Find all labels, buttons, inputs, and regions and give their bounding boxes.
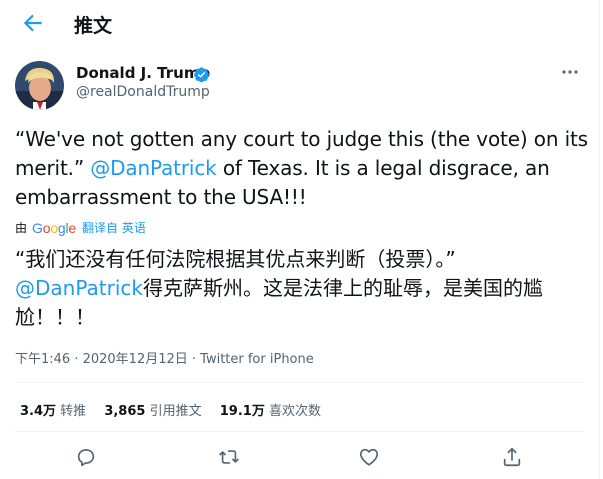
divider: [15, 382, 584, 383]
translated-text-part1: “我们还没有任何法院根据其优点来判断（投票）。”: [15, 247, 456, 271]
google-letter: G: [32, 220, 43, 236]
page-header: 推文: [0, 0, 599, 48]
translate-source-link[interactable]: 翻译自 英语: [82, 220, 146, 236]
quotes-stat[interactable]: 3,865 引用推文: [104, 404, 201, 419]
google-letter: e: [68, 220, 77, 236]
quotes-count: 3,865: [104, 404, 146, 419]
back-button[interactable]: [20, 10, 46, 36]
back-arrow-icon: [23, 14, 42, 32]
likes-stat[interactable]: 19.1万 喜欢次数: [220, 404, 321, 419]
google-letter: g: [57, 220, 66, 236]
tweet-page: 推文 Donald J. Trump @realDonaldTrump “We'…: [0, 0, 600, 479]
translated-by-label: 由: [15, 221, 28, 235]
tweet-text: “We've not gotten any court to judge thi…: [15, 125, 590, 212]
verified-badge: [193, 66, 210, 83]
tweet-timestamp[interactable]: 下午1:46 · 2020年12月12日 · Twitter for iPhon…: [15, 348, 314, 367]
avatar[interactable]: [15, 61, 64, 110]
translated-by-google: 由 Google 翻译自 英语: [15, 220, 146, 236]
retweet-button[interactable]: [218, 446, 240, 468]
quotes-label: 引用推文: [149, 404, 202, 419]
page-title: 推文: [74, 15, 113, 37]
retweet-icon: [219, 450, 239, 464]
share-icon: [503, 447, 521, 467]
reply-icon: [77, 449, 95, 467]
translated-mention-link[interactable]: @DanPatrick: [15, 276, 143, 300]
avatar-image: [15, 61, 64, 110]
tweet-stats: 3.4万 转推 3,865 引用推文 19.1万 喜欢次数: [20, 400, 335, 419]
divider: [15, 431, 584, 432]
like-icon: [359, 448, 379, 466]
more-icon: [562, 70, 578, 74]
likes-count: 19.1万: [219, 404, 265, 419]
retweets-stat[interactable]: 3.4万 转推: [20, 404, 86, 419]
like-button[interactable]: [358, 446, 380, 468]
google-logo: Google: [32, 220, 76, 236]
author-handle[interactable]: @realDonaldTrump: [76, 84, 210, 100]
tweet-actions: [0, 446, 599, 470]
reply-button[interactable]: [75, 446, 97, 468]
share-button[interactable]: [501, 446, 523, 468]
retweets-label: 转推: [60, 404, 87, 419]
retweets-count: 3.4万: [20, 404, 57, 419]
mention-link[interactable]: @DanPatrick: [90, 156, 216, 180]
verified-badge-icon: [194, 67, 209, 83]
likes-label: 喜欢次数: [268, 404, 321, 419]
google-letter: o: [50, 220, 58, 236]
author-name[interactable]: Donald J. Trump: [76, 64, 210, 82]
more-options-button[interactable]: [560, 64, 580, 80]
translated-tweet-text: “我们还没有任何法院根据其优点来判断（投票）。” @DanPatrick得克萨斯州…: [15, 245, 590, 332]
